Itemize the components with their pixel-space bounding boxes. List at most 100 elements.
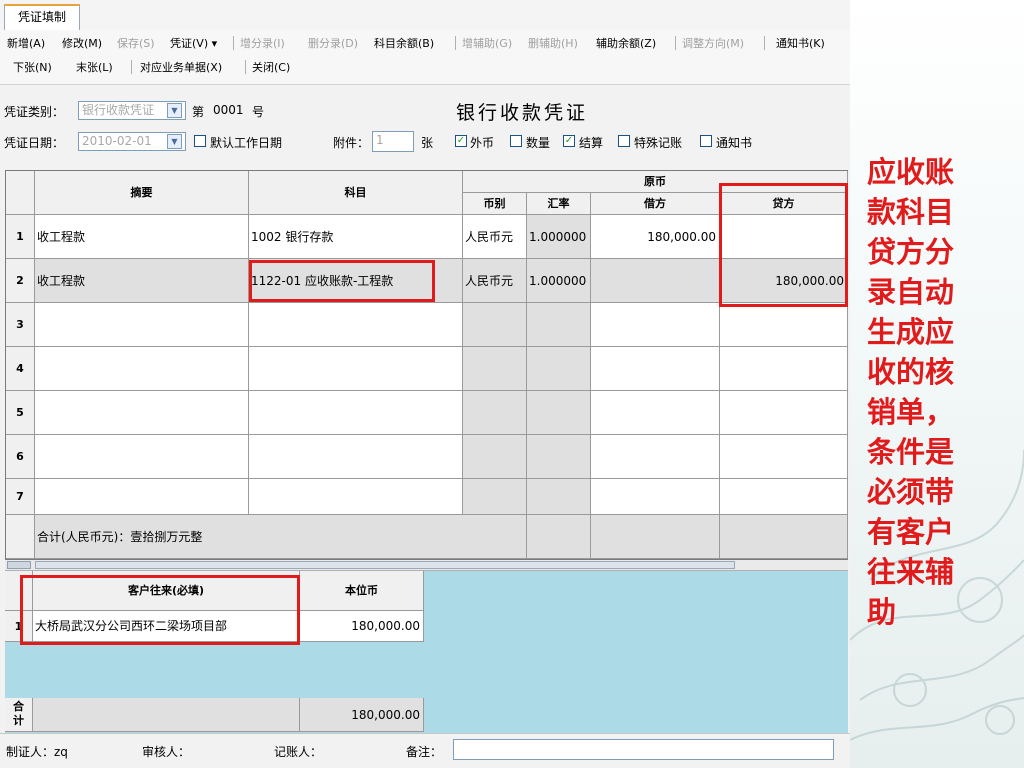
cell-summary[interactable]: 收工程款 (35, 259, 249, 303)
horizontal-scrollbar[interactable] (5, 560, 848, 571)
row-number: 6 (6, 435, 35, 479)
col-header-rate: 汇率 (527, 193, 591, 215)
cell-summary[interactable] (35, 391, 249, 435)
cell-currency[interactable] (463, 303, 527, 347)
cell-account[interactable]: 1122-01 应收账款-工程款 (249, 259, 463, 303)
cell-debit[interactable] (591, 259, 720, 303)
voucher-type-label: 凭证类别： (4, 105, 65, 119)
cell-currency[interactable] (463, 435, 527, 479)
cell-account[interactable] (249, 435, 463, 479)
toolbar-button-4[interactable]: 凭证(V) ▾ (170, 35, 217, 51)
cell-summary[interactable] (35, 303, 249, 347)
quantity-checkbox[interactable] (510, 135, 522, 147)
cell-account[interactable] (249, 391, 463, 435)
auxiliary-grid: 客户往来(必填) 本位币 1 大桥局武汉分公司西环二梁场项目部 180,000.… (5, 571, 848, 733)
toolbar-button-8[interactable]: 增辅助(G) (462, 35, 512, 51)
settlement-checkbox[interactable]: ✓ (563, 135, 575, 147)
foreign-currency-checkbox[interactable]: ✓ (455, 135, 467, 147)
cell-account[interactable]: 1002 银行存款 (249, 215, 463, 259)
scroll-left-icon[interactable] (7, 561, 31, 569)
cell-summary[interactable] (35, 435, 249, 479)
cell-currency[interactable]: 人民币元 (463, 215, 527, 259)
cell-debit[interactable] (591, 435, 720, 479)
cell-credit[interactable] (720, 215, 848, 259)
toolbar-button-2[interactable]: 修改(M) (62, 35, 102, 51)
cell-credit[interactable]: 180,000.00 (720, 259, 848, 303)
toolbar-button-row2-4[interactable]: 关闭(C) (252, 59, 290, 75)
toolbar-separator (233, 36, 234, 50)
aux-total-amount: 180,000.00 (300, 698, 424, 732)
total-debit-cell (591, 515, 720, 559)
tab-voucher-entry[interactable]: 凭证填制 (4, 4, 80, 30)
cell-credit[interactable] (720, 391, 848, 435)
toolbar-button-3[interactable]: 保存(S) (117, 35, 155, 51)
cell-debit[interactable] (591, 303, 720, 347)
total-credit-cell (720, 515, 848, 559)
voucher-number-suffix: 号 (252, 105, 265, 119)
cell-currency[interactable] (463, 347, 527, 391)
toolbar-button-row2-3[interactable]: 对应业务单据(X) (140, 59, 222, 75)
cell-debit[interactable] (591, 391, 720, 435)
remark-input[interactable] (453, 739, 834, 760)
toolbar-button-9[interactable]: 删辅助(H) (528, 35, 578, 51)
toolbar-button-row2-1[interactable]: 下张(N) (13, 59, 52, 75)
voucher-date-value: 2010-02-01 (82, 134, 152, 148)
voucher-type-value: 银行收款凭证 (82, 103, 155, 117)
status-bar: 制证人：zq 审核人： 记账人： 备注： (0, 733, 850, 768)
cell-rate[interactable]: 1.000000 (527, 215, 591, 259)
cell-debit[interactable]: 180,000.00 (591, 215, 720, 259)
cell-rate[interactable] (527, 303, 591, 347)
cell-currency[interactable] (463, 391, 527, 435)
toolbar-button-6[interactable]: 删分录(D) (308, 35, 358, 51)
cell-credit[interactable] (720, 347, 848, 391)
toolbar-button-7[interactable]: 科目余额(B) (374, 35, 434, 51)
cell-rate[interactable] (527, 479, 591, 515)
cell-account[interactable] (249, 303, 463, 347)
cell-rate[interactable]: 1.000000 (527, 259, 591, 303)
scrollbar-thumb[interactable] (35, 561, 735, 569)
cell-credit[interactable] (720, 303, 848, 347)
col-header-currency: 币别 (463, 193, 527, 215)
cell-credit[interactable] (720, 479, 848, 515)
col-header-original-currency: 原币 (463, 171, 848, 193)
row-number: 4 (6, 347, 35, 391)
toolbar-button-row2-2[interactable]: 末张(L) (76, 59, 113, 75)
cell-summary[interactable] (35, 479, 249, 515)
notice-checkbox[interactable] (700, 135, 712, 147)
cell-summary[interactable] (35, 347, 249, 391)
cell-currency[interactable] (463, 479, 527, 515)
aux-customer-cell[interactable]: 大桥局武汉分公司西环二梁场项目部 (33, 611, 300, 642)
special-posting-checkbox[interactable] (618, 135, 630, 147)
row-number: 7 (6, 479, 35, 515)
cell-rate[interactable] (527, 391, 591, 435)
cell-credit[interactable] (720, 435, 848, 479)
toolbar-button-11[interactable]: 调整方向(M) (682, 35, 744, 51)
cell-rate[interactable] (527, 435, 591, 479)
cell-account[interactable] (249, 479, 463, 515)
cell-rate[interactable] (527, 347, 591, 391)
settlement-label: 结算 (579, 136, 604, 150)
toolbar-separator (131, 60, 132, 74)
cell-debit[interactable] (591, 479, 720, 515)
cell-currency[interactable]: 人民币元 (463, 259, 527, 303)
maker-label: 制证人：zq (6, 745, 68, 759)
quantity-label: 数量 (526, 136, 551, 150)
cell-summary[interactable]: 收工程款 (35, 215, 249, 259)
toolbar-button-12[interactable]: 通知书(K) (776, 35, 825, 51)
voucher-number: 0001 (213, 103, 244, 117)
cell-debit[interactable] (591, 347, 720, 391)
attachment-count-input[interactable]: 1 (372, 131, 414, 152)
voucher-date-label: 凭证日期： (4, 136, 65, 150)
toolbar-button-5[interactable]: 增分录(I) (240, 35, 285, 51)
toolbar-button-1[interactable]: 新增(A) (7, 35, 45, 51)
aux-amount-cell[interactable]: 180,000.00 (300, 611, 424, 642)
total-rate-cell (527, 515, 591, 559)
default-date-checkbox[interactable] (194, 135, 206, 147)
toolbar-button-10[interactable]: 辅助余额(Z) (596, 35, 656, 51)
annotation-note: 应收账款科目贷方分录自动生成应收的核销单，条件是必须带有客户往来辅助 (867, 155, 955, 629)
voucher-type-dropdown-icon[interactable]: ▼ (167, 103, 182, 118)
attachment-label: 附件： (333, 136, 370, 150)
col-header-account: 科目 (249, 171, 463, 215)
cell-account[interactable] (249, 347, 463, 391)
date-dropdown-icon[interactable]: ▼ (167, 134, 182, 149)
